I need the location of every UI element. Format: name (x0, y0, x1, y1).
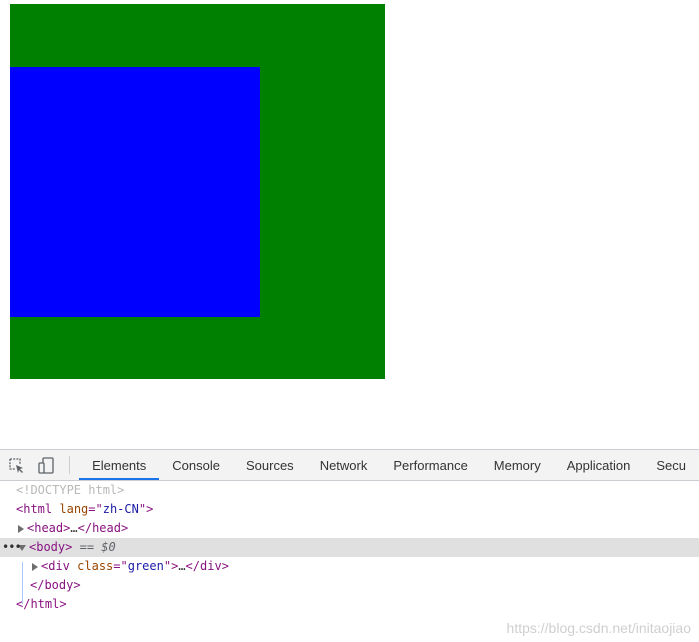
div-tag: div (48, 559, 70, 573)
dom-line-doctype[interactable]: <!DOCTYPE html> (0, 481, 699, 500)
html-lang-attr: lang (59, 502, 89, 516)
expand-triangle-icon[interactable] (32, 562, 38, 571)
device-toolbar-icon[interactable] (32, 450, 62, 480)
dom-line-div[interactable]: <div class="green">…</div> (0, 557, 699, 576)
doctype-text: <!DOCTYPE html> (16, 483, 125, 497)
devtools-panel: Elements Console Sources Network Perform… (0, 449, 699, 642)
watermark-text: https://blog.csdn.net/initaojiao (506, 620, 691, 636)
dom-line-body-selected[interactable]: ••• <body> == $0 (0, 538, 699, 557)
dom-line-html-open[interactable]: <html lang="zh-CN"> (0, 500, 699, 519)
tab-performance[interactable]: Performance (380, 450, 480, 480)
html-lang-value: zh-CN (102, 502, 139, 516)
expand-triangle-icon[interactable] (18, 524, 24, 533)
head-tag: head (34, 521, 64, 535)
page-viewport (0, 0, 699, 449)
html-close-tag: html (30, 597, 60, 611)
outer-green-div (10, 4, 385, 379)
div-class-attr: class (77, 559, 114, 573)
dom-line-head[interactable]: <head>…</head> (0, 519, 699, 538)
dom-line-body-close[interactable]: </body> (0, 576, 699, 595)
div-class-value: green (127, 559, 164, 573)
body-tag: body (36, 540, 66, 554)
head-close-tag: head (92, 521, 121, 535)
tab-application[interactable]: Application (554, 450, 644, 480)
element-picker-icon[interactable] (2, 450, 32, 480)
tab-sources[interactable]: Sources (233, 450, 307, 480)
tab-elements[interactable]: Elements (79, 450, 160, 480)
devtools-toolbar: Elements Console Sources Network Perform… (0, 450, 699, 481)
head-collapsed-ellipsis: … (70, 521, 78, 535)
tab-network[interactable]: Network (307, 450, 381, 480)
selected-var-marker: $0 (101, 540, 116, 554)
body-indent-guide (22, 562, 23, 604)
tab-console[interactable]: Console (159, 450, 233, 480)
tab-memory[interactable]: Memory (481, 450, 554, 480)
dom-line-html-close[interactable]: </html> (0, 595, 699, 614)
div-close-tag: div (200, 559, 222, 573)
selected-eq-marker: == (79, 540, 95, 554)
toolbar-separator (69, 456, 71, 474)
div-collapsed-ellipsis: … (178, 559, 186, 573)
row-more-icon[interactable]: ••• (2, 538, 22, 557)
inner-blue-div (10, 67, 260, 317)
html-tag: html (23, 502, 53, 516)
tab-security[interactable]: Secu (643, 450, 699, 480)
body-close-tag: body (44, 578, 74, 592)
elements-dom-tree: <!DOCTYPE html> <html lang="zh-CN"> <hea… (0, 481, 699, 614)
